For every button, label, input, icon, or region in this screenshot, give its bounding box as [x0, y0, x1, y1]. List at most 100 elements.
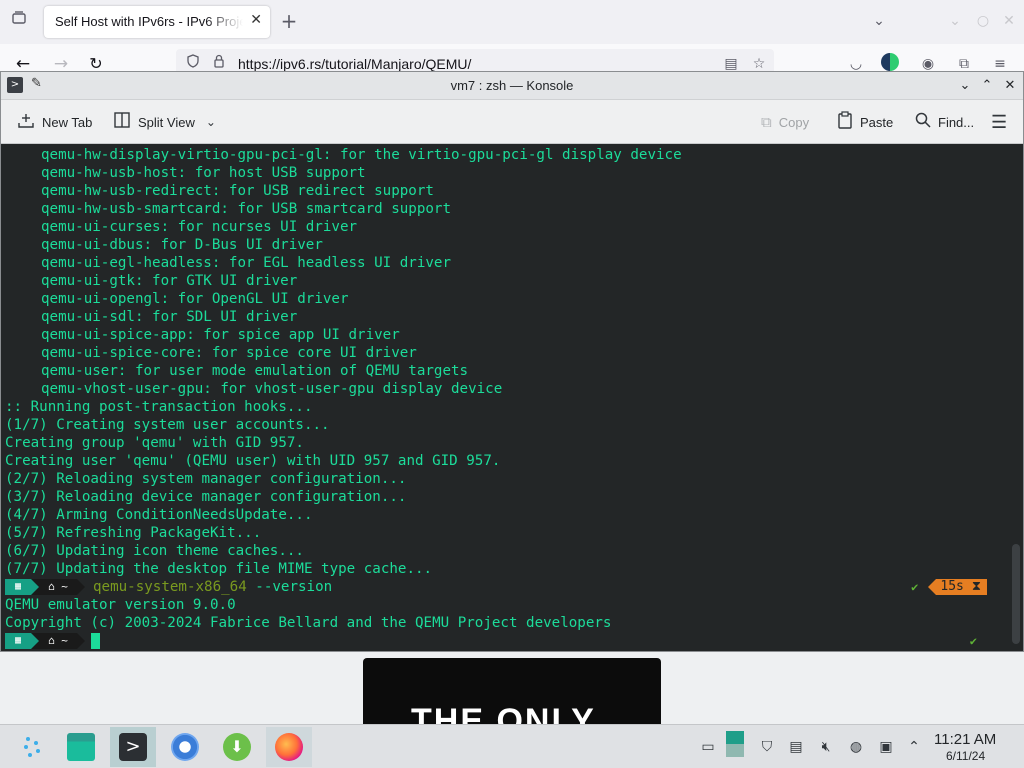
download-icon: ⬇: [223, 733, 251, 761]
split-view-label: Split View: [138, 114, 195, 130]
new-tab-icon[interactable]: +: [278, 10, 300, 32]
desktop-pager-icon[interactable]: [726, 731, 746, 757]
konsole-titlebar[interactable]: > ✎ vm7 : zsh — Konsole ⌄ ⌃ ✕: [1, 72, 1023, 100]
terminal-output[interactable]: qemu-hw-display-virtio-gpu-pci-gl: for t…: [1, 144, 1023, 651]
clipboard-icon[interactable]: ▤: [786, 737, 806, 757]
split-view-button[interactable]: Split View ⌄: [113, 112, 216, 132]
url-text: https://ipv6.rs/tutorial/Manjaro/QEMU/: [238, 56, 472, 72]
minimize-icon[interactable]: ⌄: [944, 10, 966, 32]
terminal-line: qemu-ui-curses: for ncurses UI driver: [41, 219, 358, 235]
screen-icon[interactable]: ▭: [698, 737, 718, 757]
folder-icon: [67, 733, 95, 761]
close-icon[interactable]: ✕: [250, 12, 262, 28]
prompt-separator: [77, 579, 85, 595]
new-tab-icon: [17, 111, 35, 133]
tab-title: Self Host with IPv6rs - IPv6 Project: [55, 14, 243, 29]
hamburger-menu-button[interactable]: ☰: [991, 112, 1007, 132]
terminal-line: qemu-ui-dbus: for D-Bus UI driver: [41, 237, 323, 253]
prompt-separator: [31, 579, 39, 595]
terminal-line: qemu-hw-usb-redirect: for USB redirect s…: [41, 183, 434, 199]
paste-icon: [837, 111, 853, 133]
manjaro-logo-icon: ▦: [5, 579, 31, 595]
konsole-window: > ✎ vm7 : zsh — Konsole ⌄ ⌃ ✕ New Tab Sp…: [0, 71, 1024, 652]
close-icon[interactable]: ✕: [1000, 76, 1020, 96]
success-check-icon: ✔: [969, 634, 977, 648]
browser-tab[interactable]: Self Host with IPv6rs - IPv6 Project ✕: [44, 6, 270, 38]
prompt-status: ✔: [970, 633, 987, 649]
prompt-separator: [928, 579, 937, 595]
chromium-button[interactable]: [162, 727, 208, 767]
terminal-line: (3/7) Reloading device manager configura…: [5, 489, 407, 505]
prompt-status: ✔ 15s ⧗: [911, 579, 987, 595]
terminal-scrollbar[interactable]: [1012, 544, 1020, 644]
find-label: Find...: [938, 114, 975, 130]
command-name: qemu-system-x86_64: [93, 579, 247, 595]
hourglass-icon: ⧗: [971, 579, 981, 594]
home-icon: ⌂ ~: [39, 579, 77, 595]
terminal-line: (6/7) Updating icon theme caches...: [5, 543, 304, 559]
terminal-line: qemu-user: for user mode emulation of QE…: [41, 363, 469, 379]
terminal-line: qemu-ui-sdl: for SDL UI driver: [41, 309, 298, 325]
video-thumbnail[interactable]: THE ONLY: [363, 658, 661, 724]
display-config-icon[interactable]: ▣: [876, 737, 896, 757]
terminal-line: qemu-ui-spice-app: for spice app UI driv…: [41, 327, 400, 343]
terminal-line: Copyright (c) 2003-2024 Fabrice Bellard …: [5, 615, 612, 631]
terminal-line: qemu-ui-opengl: for OpenGL UI driver: [41, 291, 349, 307]
terminal-line: qemu-vhost-user-gpu: for vhost-user-gpu …: [41, 381, 503, 397]
downloader-button[interactable]: ⬇: [214, 727, 260, 767]
clock-date[interactable]: 6/11/24: [946, 749, 985, 763]
terminal-line: :: Running post-transaction hooks...: [5, 399, 313, 415]
command-argument: --version: [246, 579, 333, 595]
home-icon: ⌂ ~: [39, 633, 77, 649]
video-overlay-text: THE ONLY: [411, 702, 596, 724]
terminal-line: (7/7) Updating the desktop file MIME typ…: [5, 561, 433, 577]
taskbar: > ⬇ ▭ ⛉ ▤ 🔇︎ ◍ ▣ ⌃ 11:21 AM 6/11/24: [0, 724, 1024, 768]
firefox-icon: [275, 733, 303, 761]
prompt-separator: [77, 633, 85, 649]
terminal-line: qemu-hw-usb-host: for host USB support: [41, 165, 366, 181]
text-cursor: [91, 633, 100, 649]
elapsed-time-badge: 15s ⧗: [936, 579, 987, 595]
clock-time[interactable]: 11:21 AM: [934, 731, 996, 748]
terminal-line: (5/7) Refreshing PackageKit...: [5, 525, 262, 541]
terminal-line: qemu-ui-spice-core: for spice core UI dr…: [41, 345, 417, 361]
prompt-separator: [31, 633, 39, 649]
app-launcher-icon: [24, 737, 40, 757]
terminal-icon: >: [119, 733, 147, 761]
terminal-line: (2/7) Reloading system manager configura…: [5, 471, 407, 487]
terminal-line: qemu-ui-egl-headless: for EGL headless U…: [41, 255, 451, 271]
konsole-taskbar-button[interactable]: >: [110, 727, 156, 767]
terminal-line: qemu-ui-gtk: for GTK UI driver: [41, 273, 298, 289]
firefox-taskbar-button[interactable]: [266, 727, 312, 767]
network-icon[interactable]: ◍: [846, 737, 866, 757]
terminal-line: Creating group 'qemu' with GID 957.: [5, 435, 304, 451]
search-icon: [915, 112, 931, 132]
terminal-line: qemu-hw-display-virtio-gpu-pci-gl: for t…: [41, 147, 682, 163]
paste-button[interactable]: Paste: [837, 111, 893, 133]
maximize-icon[interactable]: ⌃: [977, 76, 997, 96]
copy-label: Copy: [778, 114, 810, 130]
file-manager-button[interactable]: [58, 727, 104, 767]
security-shield-icon[interactable]: ⛉: [757, 737, 777, 757]
chevron-up-icon[interactable]: ⌃: [904, 737, 924, 757]
window-title: vm7 : zsh — Konsole: [450, 78, 574, 93]
volume-muted-icon[interactable]: 🔇︎: [816, 737, 836, 757]
new-tab-button[interactable]: New Tab: [17, 112, 92, 132]
app-launcher-button[interactable]: [10, 727, 56, 767]
terminal-line: (4/7) Arming ConditionNeedsUpdate...: [5, 507, 313, 523]
split-view-icon: [113, 111, 131, 133]
close-window-icon[interactable]: ✕: [998, 10, 1020, 32]
success-check-icon: ✔: [911, 580, 919, 594]
new-tab-label: New Tab: [42, 114, 93, 130]
tab-list-icon[interactable]: [8, 10, 30, 32]
shell-prompt: ▦ ⌂ ~: [5, 633, 100, 649]
elapsed-time: 15s: [940, 579, 964, 594]
copy-button[interactable]: ⧉ Copy: [761, 112, 809, 132]
command-line: qemu-system-x86_64 --version: [93, 578, 332, 596]
maximize-icon[interactable]: ○: [972, 10, 994, 32]
chevron-down-icon[interactable]: ⌄: [868, 10, 890, 32]
tab-bar: Self Host with IPv6rs - IPv6 Project ✕ +…: [0, 0, 1024, 44]
find-button[interactable]: Find...: [915, 112, 974, 132]
manjaro-logo-icon: ▦: [5, 633, 31, 649]
minimize-icon[interactable]: ⌄: [955, 76, 975, 96]
